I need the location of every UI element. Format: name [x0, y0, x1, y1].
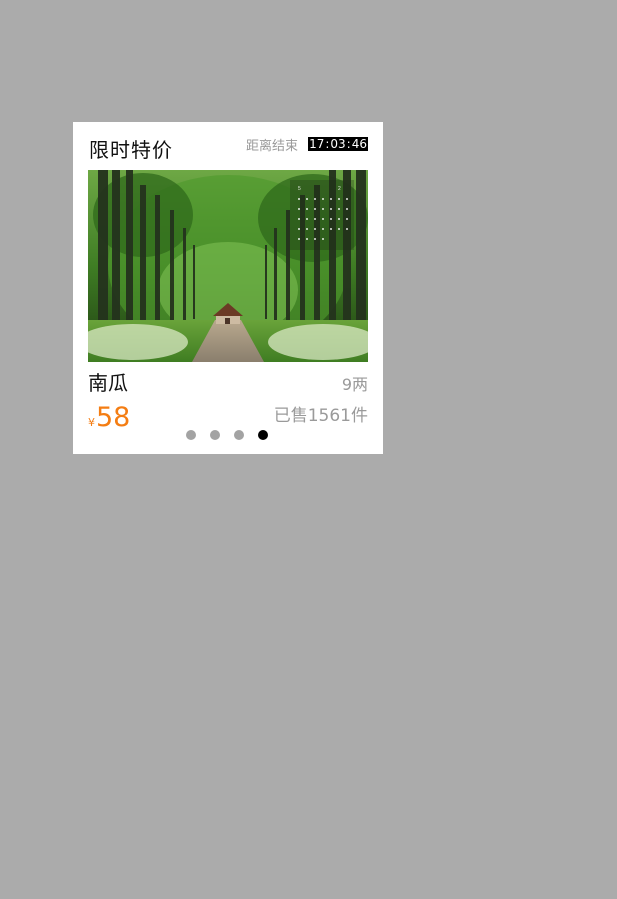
carousel-dot-4[interactable] [258, 430, 268, 440]
carousel-pagination [186, 430, 268, 440]
sold-count: 已售1561件 [273, 406, 368, 426]
countdown-seconds: 46 [350, 137, 368, 151]
product-image[interactable]: 5 2 [88, 170, 368, 362]
flash-sale-card[interactable]: 限时特价 距离结束 17 : 03 : 46 5 2 南瓜 9两 ¥ 58 已售… [73, 122, 383, 454]
svg-text:2: 2 [338, 186, 341, 192]
product-name: 南瓜 [88, 371, 128, 395]
countdown-minutes: 03 [329, 137, 347, 151]
carousel-dot-1[interactable] [186, 430, 196, 440]
section-title: 限时特价 [89, 138, 173, 162]
countdown-timer: 距离结束 17 : 03 : 46 [246, 136, 368, 154]
countdown-label: 距离结束 [246, 138, 299, 154]
product-unit: 9两 [341, 375, 368, 394]
countdown-hours: 17 [308, 137, 326, 151]
price-value: 58 [96, 402, 131, 433]
product-price: ¥ 58 [88, 402, 130, 433]
currency-symbol: ¥ [88, 416, 95, 429]
carousel-dot-3[interactable] [234, 430, 244, 440]
carousel-dot-2[interactable] [210, 430, 220, 440]
svg-text:5: 5 [298, 186, 301, 192]
